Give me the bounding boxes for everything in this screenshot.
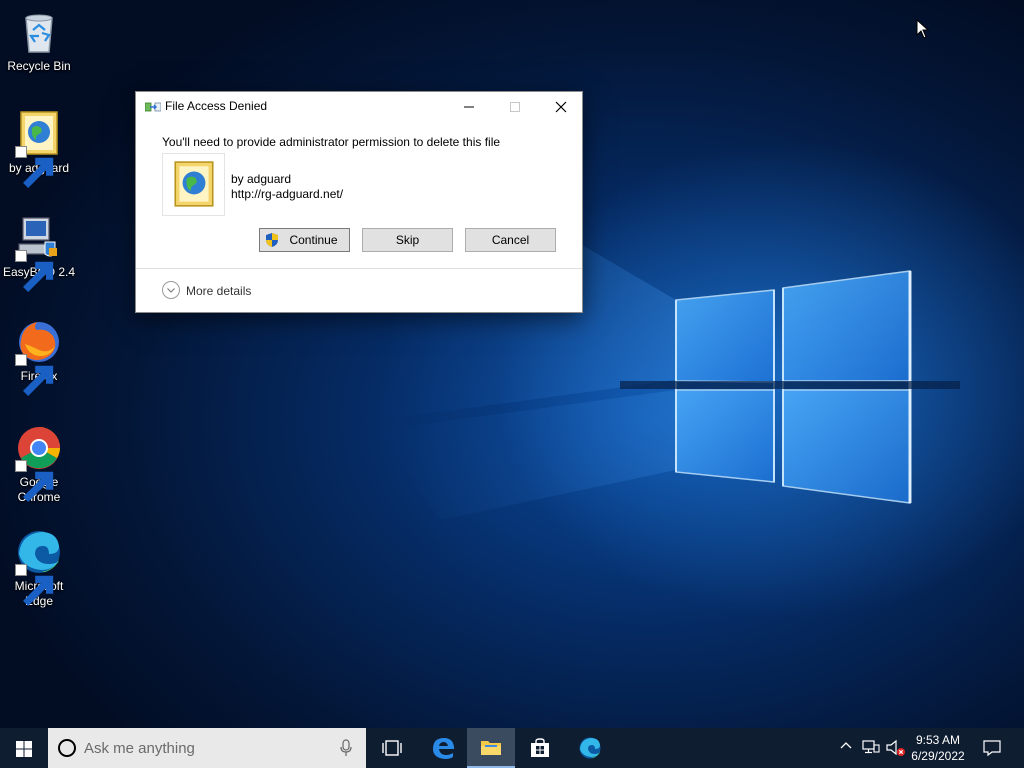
file-name: by adguard xyxy=(231,172,292,186)
shortcut-arrow-icon xyxy=(15,564,54,606)
store-icon xyxy=(531,738,549,757)
desktop-icon-easybcd[interactable]: EasyBCD 2.4 xyxy=(2,214,76,292)
chevron-up-icon[interactable] xyxy=(840,740,852,752)
minimize-button[interactable] xyxy=(446,92,492,122)
cancel-button[interactable]: Cancel xyxy=(465,228,556,252)
firefox-icon xyxy=(15,318,63,396)
task-view-icon xyxy=(382,740,402,756)
maximize-button xyxy=(492,92,538,122)
taskbar-microsoft-edge[interactable] xyxy=(566,728,614,768)
task-view-button[interactable] xyxy=(368,728,416,768)
dialog-message: You'll need to provide administrator per… xyxy=(162,135,501,149)
maximize-icon xyxy=(510,102,520,112)
chrome-icon xyxy=(15,424,63,502)
desktop-icon-label: Recycle Bin xyxy=(7,59,71,73)
close-icon xyxy=(555,101,567,113)
desktop-icon-recycle-bin[interactable]: Recycle Bin xyxy=(2,8,76,74)
search-box[interactable]: Ask me anything xyxy=(48,728,366,768)
edge-icon xyxy=(15,528,63,606)
file-access-denied-dialog: File Access Denied You'll need to provid… xyxy=(135,91,583,313)
microphone-icon[interactable] xyxy=(340,739,352,757)
volume-muted-icon[interactable] xyxy=(886,739,906,757)
taskbar-file-explorer[interactable] xyxy=(467,728,515,768)
more-details-label: More details xyxy=(186,284,252,298)
start-button[interactable] xyxy=(0,728,48,768)
edge-legacy-icon xyxy=(433,738,454,759)
adguard-file-icon xyxy=(174,161,214,207)
shortcut-arrow-icon xyxy=(15,460,54,502)
shortcut-arrow-icon xyxy=(15,146,54,188)
action-center-icon[interactable] xyxy=(983,739,1001,757)
skip-button[interactable]: Skip xyxy=(362,228,453,252)
desktop-icon-firefox[interactable]: Firefox xyxy=(2,318,76,396)
file-thumbnail xyxy=(162,153,225,216)
clock[interactable]: 9:53 AM 6/29/2022 xyxy=(904,732,972,764)
clock-time: 9:53 AM xyxy=(915,733,961,747)
minimize-icon xyxy=(464,106,474,108)
clock-date: 6/29/2022 xyxy=(911,749,965,763)
desktop-icon-google-chrome[interactable]: Google Chrome xyxy=(2,424,76,505)
continue-button[interactable]: Continue xyxy=(259,228,350,252)
cortana-icon xyxy=(58,739,76,757)
edge-icon xyxy=(579,737,601,759)
network-icon[interactable] xyxy=(862,739,880,755)
file-url: http://rg-adguard.net/ xyxy=(231,187,344,201)
windows-start-icon xyxy=(16,741,32,757)
dialog-title-bar[interactable]: File Access Denied xyxy=(136,92,582,122)
mouse-cursor-icon xyxy=(916,19,930,39)
chevron-down-icon xyxy=(162,281,180,299)
shortcut-arrow-icon xyxy=(15,250,54,292)
uac-shield-icon xyxy=(266,233,278,247)
desktop-icon-microsoft-edge[interactable]: Microsoft Edge xyxy=(2,528,76,609)
dialog-title: File Access Denied xyxy=(165,99,268,113)
recycle-bin-icon xyxy=(15,8,63,56)
close-button[interactable] xyxy=(538,92,584,122)
easybcd-icon xyxy=(15,214,63,292)
taskbar-microsoft-store[interactable] xyxy=(516,728,564,768)
file-move-icon xyxy=(145,102,161,112)
taskbar-edge-legacy[interactable] xyxy=(419,728,467,768)
desktop-icon-by-adguard[interactable]: by adguard xyxy=(2,110,76,188)
taskbar: Ask me anything 9:53 AM 6/29/2022 xyxy=(0,728,1024,768)
search-placeholder: Ask me anything xyxy=(84,740,195,757)
file-explorer-icon xyxy=(481,741,501,755)
shortcut-arrow-icon xyxy=(15,354,54,396)
dialog-divider xyxy=(136,268,582,269)
adguard-file-icon xyxy=(15,110,63,188)
continue-label: Continue xyxy=(289,233,338,247)
